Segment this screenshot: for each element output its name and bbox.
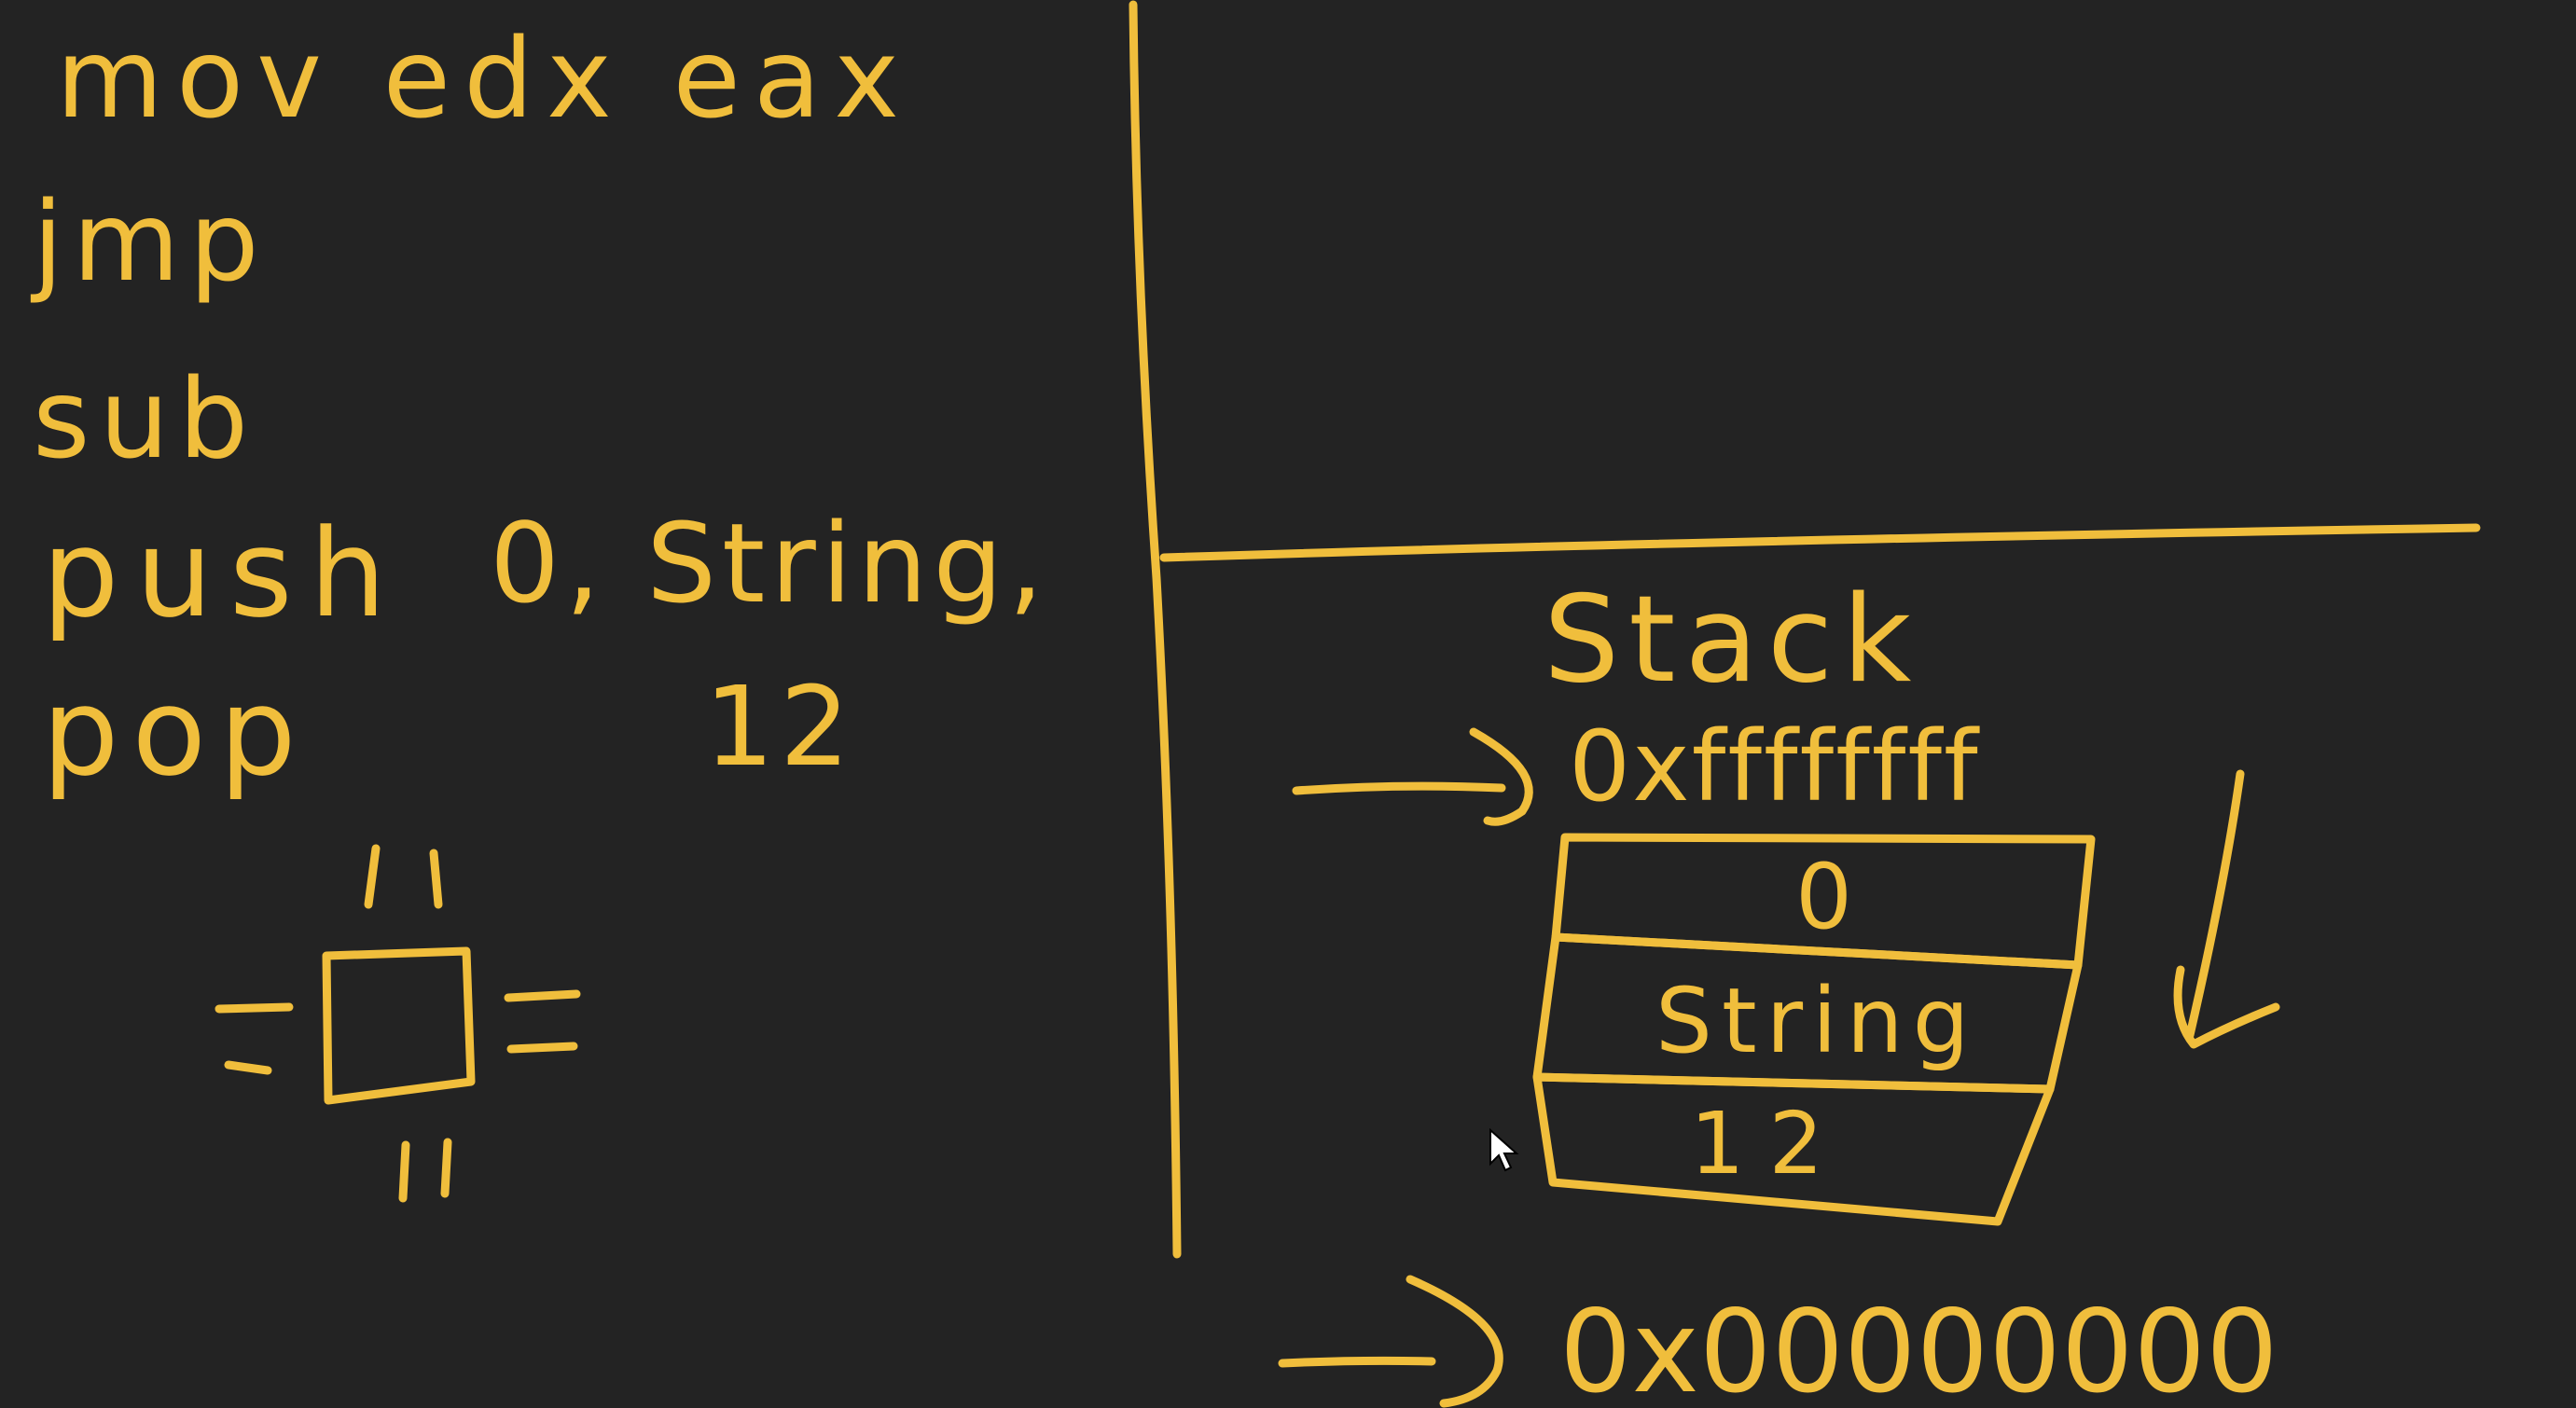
stack-cell-2: 12 bbox=[1690, 1094, 1848, 1194]
pop-argument: 12 bbox=[704, 662, 855, 791]
whiteboard-canvas[interactable]: mov edx eax jmp sub push 0, String, pop … bbox=[0, 0, 2576, 1408]
instruction-push: push bbox=[42, 503, 403, 644]
push-arguments: 0, String, bbox=[490, 499, 1049, 628]
stack-diagram: Stack 0xffffffff 0 String 12 0x00000000 bbox=[1278, 571, 2280, 1408]
stack-title: Stack bbox=[1544, 571, 1920, 710]
horizontal-divider bbox=[1159, 523, 2481, 562]
top-pointer-arrow bbox=[1292, 781, 1506, 795]
vertical-divider bbox=[1129, 0, 1182, 1259]
stack-bottom-address: 0x00000000 bbox=[1559, 1286, 2278, 1408]
instruction-list: mov edx eax jmp sub push 0, String, pop … bbox=[30, 14, 1049, 803]
bottom-pointer-arrow bbox=[1278, 1356, 1436, 1368]
stack-cell-1: String bbox=[1655, 969, 1979, 1073]
stack-cells: 0 String 12 bbox=[1532, 833, 2096, 1226]
instruction-jmp: jmp bbox=[30, 177, 269, 306]
instruction-sub: sub bbox=[33, 354, 257, 483]
top-pointer-arrowhead bbox=[1469, 727, 1533, 826]
stack-top-address: 0xffffffff bbox=[1569, 710, 1980, 823]
mouse-pointer-icon bbox=[1489, 1127, 1519, 1172]
bottom-pointer-arrowhead bbox=[1406, 1275, 1503, 1408]
growth-direction-arrow bbox=[2185, 769, 2245, 1040]
cpu-chip-icon bbox=[215, 844, 581, 1203]
instruction-pop: pop bbox=[42, 661, 310, 803]
stack-cell-0: 0 bbox=[1795, 845, 1856, 949]
instruction-mov: mov edx eax bbox=[56, 14, 912, 143]
